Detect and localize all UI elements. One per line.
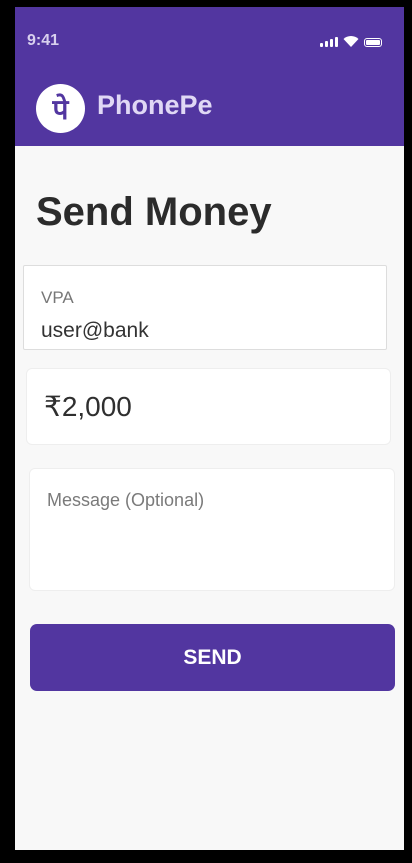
status-time: 9:41: [27, 32, 60, 49]
message-field[interactable]: Message (Optional): [29, 468, 395, 591]
message-placeholder: Message (Optional): [47, 490, 205, 510]
vpa-input[interactable]: user@bank: [41, 319, 149, 343]
wifi-icon: [343, 36, 359, 47]
vpa-label: VPA: [41, 288, 74, 307]
brand-name: PhonePe: [97, 90, 213, 120]
status-icons: [320, 35, 382, 47]
amount-field[interactable]: ₹2,000: [26, 368, 391, 445]
phonepe-logo: पे: [36, 84, 85, 133]
app-header: 9:41 पे PhonePe: [15, 7, 404, 146]
vpa-field[interactable]: VPA user@bank: [23, 265, 387, 350]
amount-input[interactable]: ₹2,000: [44, 390, 132, 423]
phone-screen: 9:41 पे PhonePe Send Money VPA user@bank…: [15, 7, 404, 850]
signal-icon: [320, 37, 338, 47]
battery-icon: [364, 38, 382, 47]
page-title: Send Money: [36, 190, 272, 234]
send-button[interactable]: SEND: [30, 624, 395, 691]
